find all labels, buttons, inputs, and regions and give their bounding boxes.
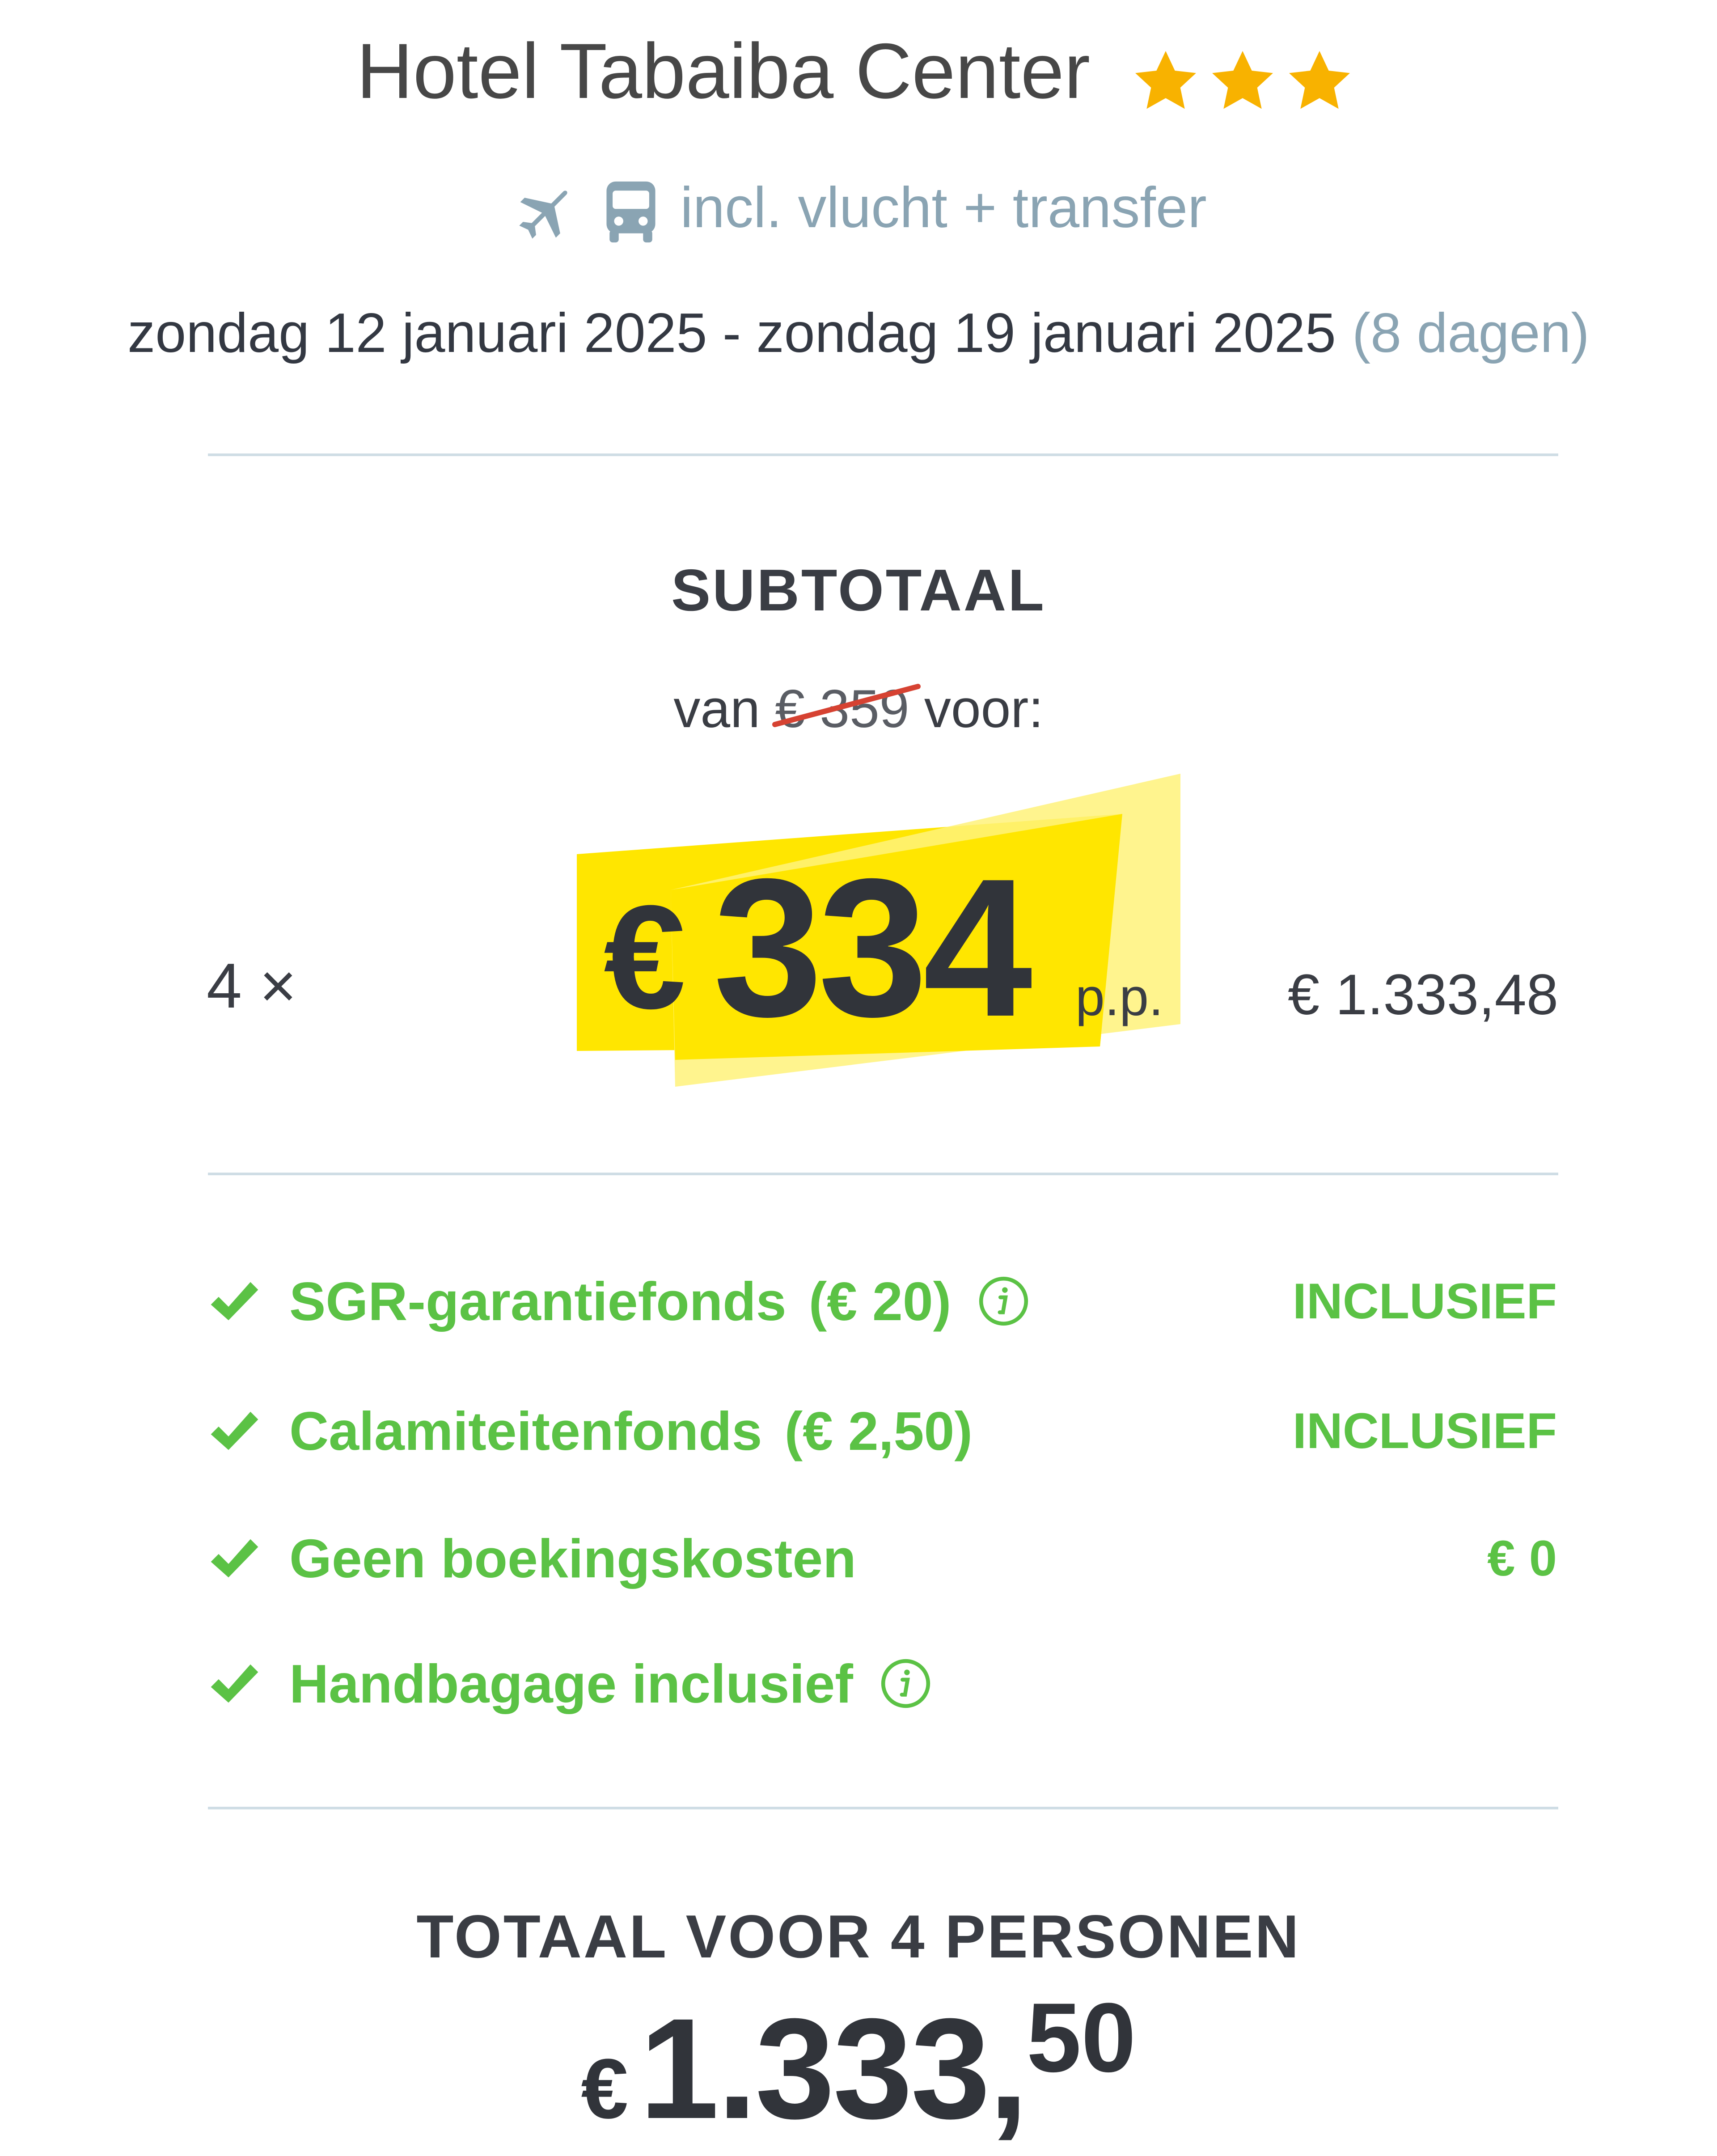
- airplane-icon: [519, 191, 567, 239]
- check-icon: [211, 1664, 258, 1703]
- info-icon[interactable]: [880, 1658, 931, 1709]
- total-currency: €: [581, 2042, 629, 2136]
- star-icon: [1135, 51, 1196, 109]
- inclusions-label: incl. vlucht + transfer: [680, 176, 1207, 240]
- hotel-title-row: Hotel Tabaiba Center: [0, 22, 1717, 121]
- feature-extra: (€ 20): [808, 1271, 952, 1332]
- star-icon: [1212, 51, 1273, 109]
- strike-line: [772, 684, 921, 727]
- price-currency: €: [604, 874, 686, 1039]
- travel-dates: zondag 12 januari 2025 - zondag 19 janua…: [127, 302, 1336, 364]
- old-price-row: van € 359 voor:: [0, 671, 1717, 747]
- feature-sgr: SGR-garantiefonds (€ 20) INCLUSIEF: [207, 1261, 1557, 1342]
- bus-icon: [606, 182, 656, 243]
- price-per-person: 334: [713, 838, 1032, 1058]
- feature-calamiteiten: Calamiteitenfonds (€ 2,50) INCLUSIEF: [207, 1391, 1557, 1471]
- check-icon: [211, 1282, 258, 1321]
- feature-value: € 0: [1487, 1530, 1557, 1586]
- old-price: € 359: [772, 671, 921, 747]
- total-heading: TOTAAL VOOR 4 PERSONEN: [416, 1902, 1301, 1970]
- feature-boekingskosten: Geen boekingskosten € 0: [207, 1518, 1557, 1599]
- check-icon: [211, 1539, 258, 1578]
- feature-label: Calamiteitenfonds: [289, 1401, 762, 1461]
- total-amount: 1.333,: [639, 1988, 1028, 2148]
- info-icon[interactable]: [978, 1275, 1029, 1327]
- subtotal-amount: € 1.333,48: [1288, 963, 1558, 1027]
- per-person-label: p.p.: [1075, 968, 1163, 1027]
- total-cents: 50: [1026, 1982, 1136, 2092]
- grand-total: €1.333,50: [0, 1982, 1717, 2148]
- hotel-name: Hotel Tabaiba Center: [356, 28, 1091, 115]
- divider: [208, 453, 1558, 456]
- feature-label: Geen boekingskosten: [289, 1528, 856, 1589]
- hotel-stars: [1130, 42, 1361, 113]
- duration-label: (8 dagen): [1352, 302, 1590, 364]
- quantity-label: 4 ×: [207, 950, 297, 1021]
- subtotal-heading: SUBTOTAAL: [671, 557, 1046, 623]
- inclusions-row: incl. vlucht + transfer: [0, 170, 1717, 246]
- feature-value: INCLUSIEF: [1292, 1273, 1557, 1329]
- divider: [208, 1173, 1558, 1175]
- travel-dates-row: zondag 12 januari 2025 - zondag 19 janua…: [0, 295, 1717, 371]
- feature-label: SGR-garantiefonds: [289, 1271, 787, 1332]
- feature-value: INCLUSIEF: [1292, 1403, 1557, 1459]
- from-suffix: voor:: [924, 679, 1044, 739]
- star-icon: [1289, 51, 1350, 109]
- feature-label: Handbagage inclusief: [289, 1653, 853, 1714]
- check-icon: [211, 1411, 258, 1450]
- feature-handbagage: Handbagage inclusief: [207, 1643, 1557, 1724]
- feature-extra: (€ 2,50): [784, 1401, 973, 1461]
- divider: [208, 1807, 1558, 1809]
- from-prefix: van: [673, 679, 760, 739]
